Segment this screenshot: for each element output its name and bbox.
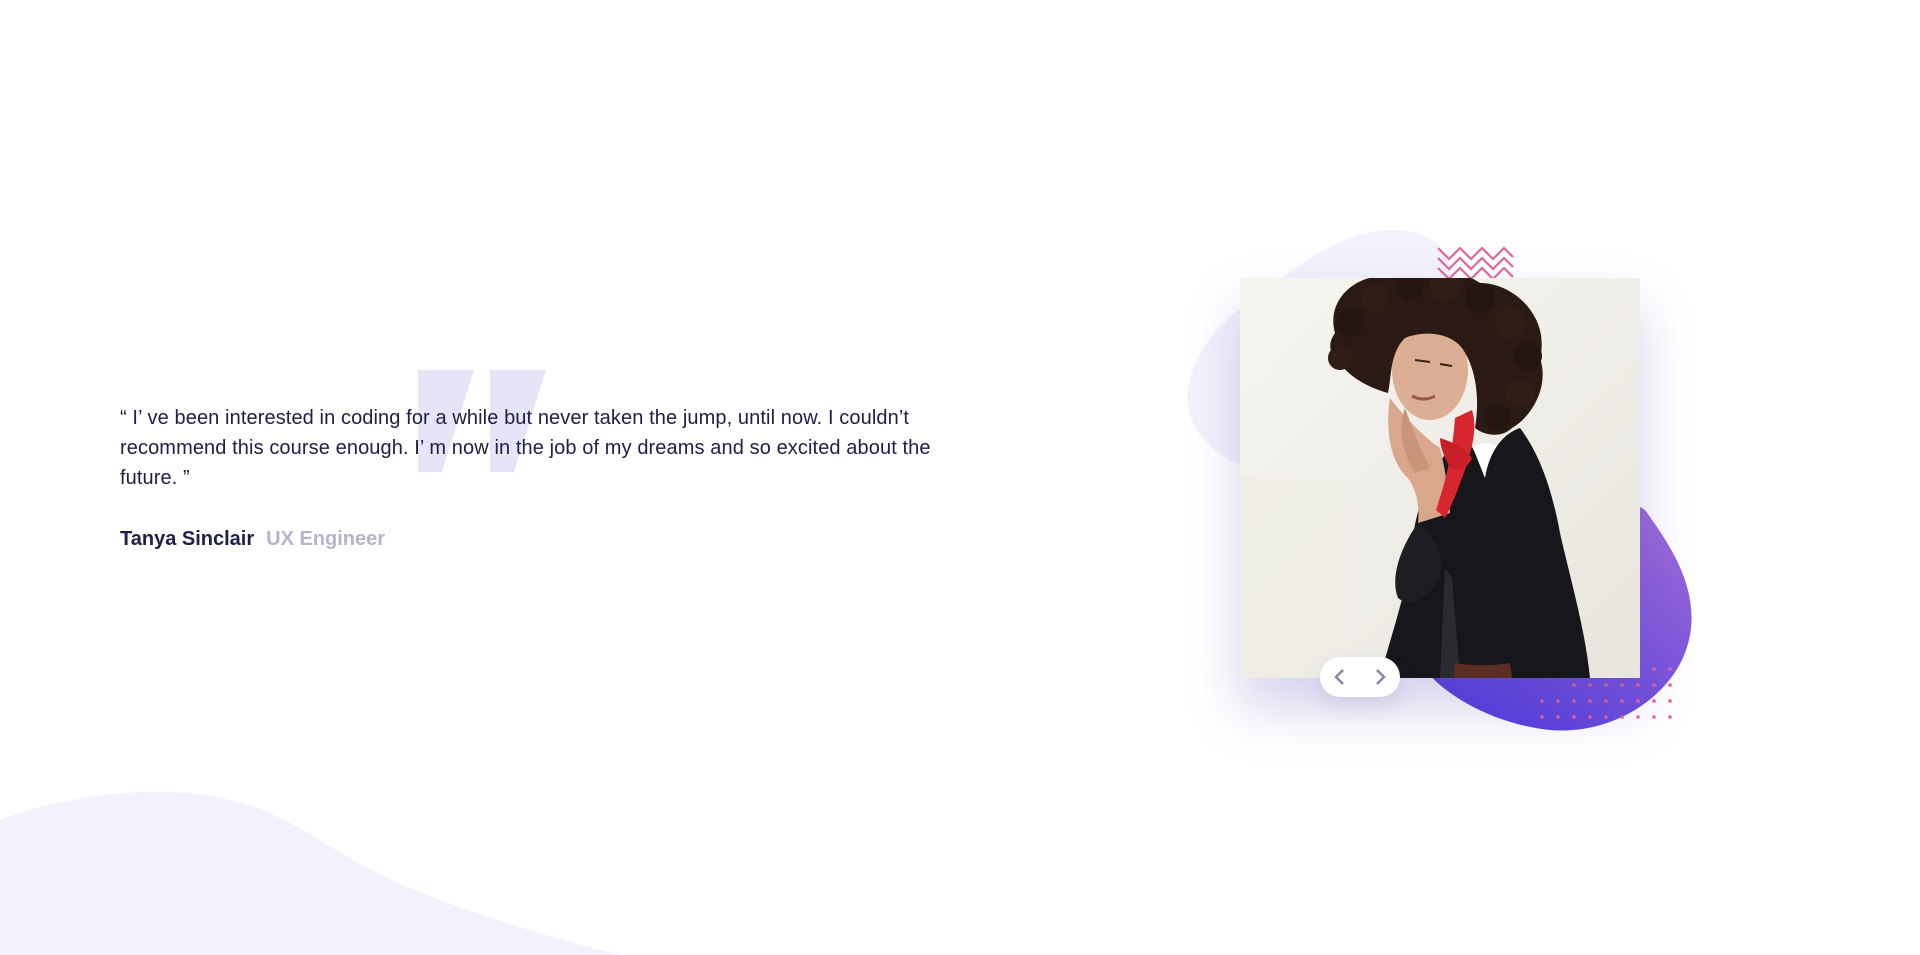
next-button[interactable] <box>1360 657 1400 697</box>
testimonial-section: “ I’ ve been interested in coding for a … <box>0 0 1920 955</box>
testimonial-author: Tanya Sinclair UX Engineer <box>120 527 970 551</box>
zigzag-decoration <box>1437 246 1514 281</box>
author-role: UX Engineer <box>266 528 386 550</box>
testimonial-photo <box>1240 278 1640 678</box>
portrait-image <box>1240 278 1640 678</box>
background-wave-shape <box>0 791 620 955</box>
author-name: Tanya Sinclair <box>120 528 255 550</box>
previous-button[interactable] <box>1320 657 1360 697</box>
chevron-left-icon <box>1334 669 1344 685</box>
slider-navigation <box>1320 657 1400 697</box>
chevron-right-icon <box>1376 669 1386 685</box>
testimonial-quote: “ I’ ve been interested in coding for a … <box>120 407 931 489</box>
testimonial-content: “ I’ ve been interested in coding for a … <box>120 403 970 551</box>
